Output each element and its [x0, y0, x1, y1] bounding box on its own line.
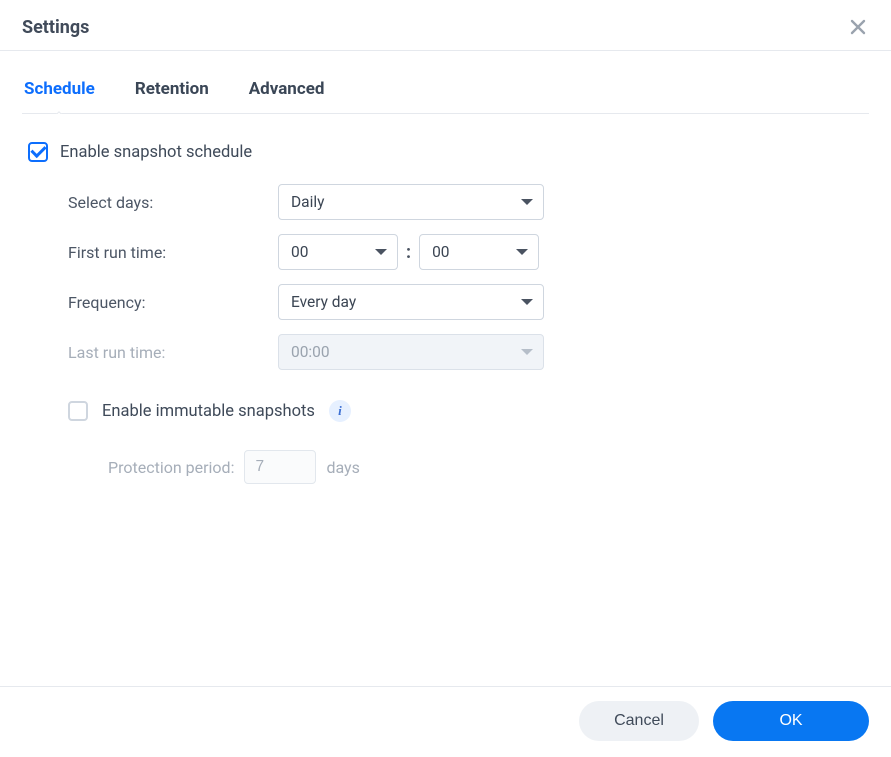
last-run-label: Last run time: [68, 343, 278, 362]
close-icon[interactable] [847, 16, 869, 38]
tab-label: Schedule [24, 79, 95, 99]
tab-label: Advanced [249, 79, 325, 99]
protection-period-input [244, 450, 316, 484]
select-value: 00 [291, 243, 308, 261]
immutable-row: Enable immutable snapshots i [68, 400, 863, 422]
info-icon[interactable]: i [329, 400, 351, 422]
dialog-footer: Cancel OK [0, 686, 891, 757]
frequency-row: Frequency: Every day [68, 284, 863, 320]
select-days-dropdown[interactable]: Daily [278, 184, 544, 220]
immutable-checkbox[interactable] [68, 401, 88, 421]
schedule-panel: Enable snapshot schedule Select days: Da… [22, 114, 869, 484]
dialog-body: Schedule Retention Advanced Enable snaps… [0, 51, 891, 686]
tab-label: Retention [135, 79, 209, 99]
ok-button[interactable]: OK [713, 701, 869, 741]
enable-schedule-row: Enable snapshot schedule [28, 142, 863, 162]
dialog-header: Settings [0, 0, 891, 51]
tab-advanced[interactable]: Advanced [247, 69, 327, 113]
enable-schedule-label[interactable]: Enable snapshot schedule [60, 143, 252, 162]
chevron-down-icon [521, 349, 533, 355]
select-value: 00:00 [291, 343, 330, 361]
select-value: 00 [432, 243, 449, 261]
settings-dialog: Settings Schedule Retention Advanced Ena… [0, 0, 891, 757]
select-value: Every day [291, 293, 356, 311]
frequency-label: Frequency: [68, 293, 278, 312]
protection-label: Protection period: [108, 458, 234, 477]
last-run-dropdown: 00:00 [278, 334, 544, 370]
first-run-minute-dropdown[interactable]: 00 [419, 234, 539, 270]
select-days-label: Select days: [68, 193, 278, 212]
immutable-label[interactable]: Enable immutable snapshots [102, 402, 315, 421]
first-run-row: First run time: 00 : 00 [68, 234, 863, 270]
chevron-down-icon [521, 199, 533, 205]
first-run-label: First run time: [68, 243, 278, 262]
protection-row: Protection period: days [68, 450, 863, 484]
cancel-button[interactable]: Cancel [579, 701, 699, 741]
chevron-down-icon [521, 299, 533, 305]
select-value: Daily [291, 193, 324, 211]
first-run-hour-dropdown[interactable]: 00 [278, 234, 398, 270]
last-run-row: Last run time: 00:00 [68, 334, 863, 370]
enable-schedule-checkbox[interactable] [28, 142, 48, 162]
tab-retention[interactable]: Retention [133, 69, 211, 113]
dialog-title: Settings [22, 17, 89, 38]
protection-unit: days [326, 458, 359, 477]
time-separator: : [406, 242, 411, 263]
select-days-row: Select days: Daily [68, 184, 863, 220]
frequency-dropdown[interactable]: Every day [278, 284, 544, 320]
tab-active-indicator [51, 106, 67, 114]
schedule-form: Select days: Daily First run time: 00 : … [28, 184, 863, 484]
chevron-down-icon [516, 249, 528, 255]
tab-schedule[interactable]: Schedule [22, 69, 97, 113]
tab-bar: Schedule Retention Advanced [22, 69, 869, 114]
chevron-down-icon [375, 249, 387, 255]
